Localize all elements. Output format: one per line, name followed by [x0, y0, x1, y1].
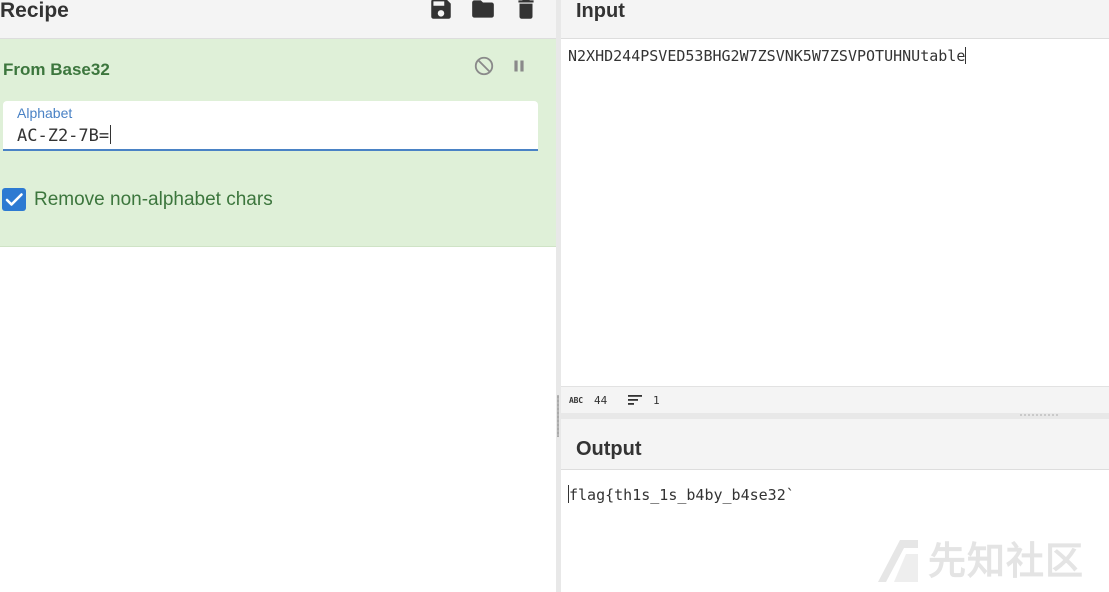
output-textarea[interactable]: flag{th1s_1s_b4by_b4se32` — [568, 485, 795, 504]
alphabet-field[interactable]: Alphabet AC-Z2-7B= — [3, 101, 538, 151]
remove-non-alphabet-label[interactable]: Remove non-alphabet chars — [34, 189, 273, 211]
recipe-header: Recipe — [0, 0, 556, 39]
remove-non-alphabet-checkbox[interactable] — [2, 188, 26, 211]
recipe-pane: Recipe From Base32 Alphabet AC-Z2-7B= Re… — [0, 0, 556, 592]
operation-card: From Base32 Alphabet AC-Z2-7B= Remove no… — [0, 39, 556, 247]
folder-icon[interactable] — [470, 0, 496, 22]
input-pane: Input N2XHD244PSVED53BHG2W7ZSVNK5W7ZSVPO… — [561, 0, 1109, 414]
output-title: Output — [576, 438, 642, 460]
alphabet-label: Alphabet — [17, 105, 73, 121]
input-title: Input — [576, 0, 625, 22]
output-value: flag{th1s_1s_b4by_b4se32` — [569, 486, 795, 504]
input-value: N2XHD244PSVED53BHG2W7ZSVNK5W7ZSVPOTUHNUt… — [568, 47, 966, 65]
lines-icon — [627, 394, 643, 406]
input-line-count: 1 — [653, 394, 660, 407]
input-header: Input — [561, 0, 1109, 39]
save-icon[interactable] — [428, 0, 454, 22]
pause-icon[interactable] — [508, 55, 530, 77]
input-status-bar: ABC 44 1 — [561, 386, 1109, 414]
alphabet-value: AC-Z2-7B= — [17, 126, 110, 146]
text-caret — [110, 125, 112, 144]
input-textarea[interactable]: N2XHD244PSVED53BHG2W7ZSVNK5W7ZSVPOTUHNUt… — [568, 47, 967, 65]
alphabet-input[interactable]: AC-Z2-7B= — [17, 125, 112, 146]
trash-icon[interactable] — [513, 0, 539, 22]
disable-icon[interactable] — [473, 55, 495, 77]
watermark-logo-icon — [878, 540, 918, 582]
text-caret — [965, 47, 967, 64]
checkmark-icon — [5, 193, 23, 206]
recipe-title: Recipe — [0, 0, 69, 22]
resize-grip — [1019, 414, 1059, 416]
resize-grip — [557, 395, 559, 437]
abc-icon: ABC — [569, 396, 583, 405]
input-length: 44 — [594, 394, 608, 407]
watermark: 先知社区 — [876, 538, 1096, 584]
output-header: Output — [561, 419, 1109, 470]
operation-title: From Base32 — [3, 60, 110, 79]
watermark-text: 先知社区 — [928, 539, 1085, 583]
